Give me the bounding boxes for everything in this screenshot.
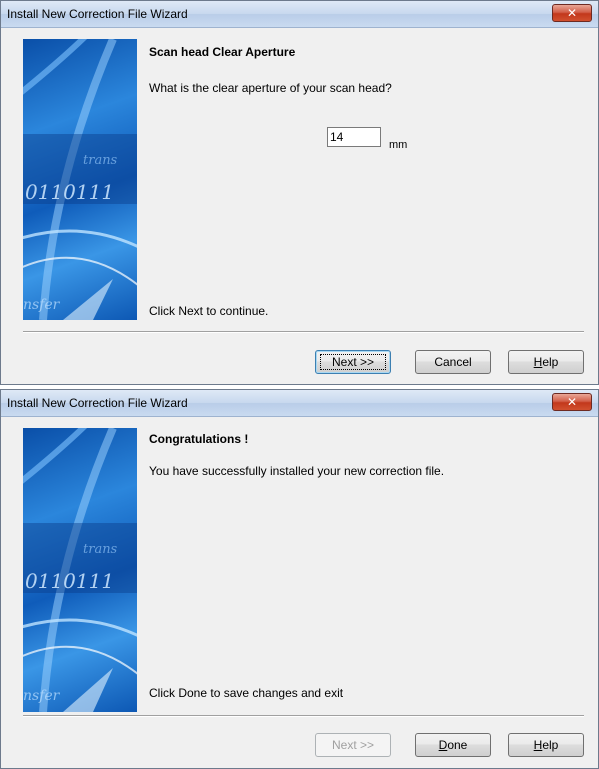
wizard-side-image: 0110111 trans nsfer	[23, 428, 137, 712]
separator	[23, 331, 584, 333]
close-icon: ✕	[566, 6, 578, 20]
success-message: You have successfully installed your new…	[149, 464, 445, 478]
wizard-dialog-congratulations: Install New Correction File Wizard ✕ 011…	[0, 389, 599, 769]
window-title: Install New Correction File Wizard	[7, 396, 188, 410]
title-bar[interactable]: Install New Correction File Wizard ✕	[1, 1, 598, 28]
done-mnemonic: D	[438, 738, 448, 752]
next-button-label: Next >>	[331, 738, 375, 752]
svg-text:nsfer: nsfer	[23, 688, 61, 704]
done-button-label: one	[447, 738, 468, 752]
focus-rectangle	[320, 354, 386, 370]
close-button[interactable]: ✕	[552, 393, 592, 411]
svg-text:0110111: 0110111	[25, 569, 114, 593]
done-button[interactable]: Done	[415, 733, 491, 757]
title-bar[interactable]: Install New Correction File Wizard ✕	[1, 390, 598, 417]
step-heading: Congratulations !	[149, 432, 249, 446]
aperture-input[interactable]	[327, 127, 381, 147]
cancel-button-label: Cancel	[434, 355, 472, 369]
aperture-unit-label: mm	[389, 139, 408, 151]
svg-text:0110111: 0110111	[25, 180, 114, 204]
svg-text:trans: trans	[83, 153, 118, 168]
separator	[23, 715, 584, 717]
window-title: Install New Correction File Wizard	[7, 7, 188, 21]
step-heading: Scan head Clear Aperture	[149, 45, 296, 59]
help-button-label: elp	[542, 738, 559, 752]
help-button[interactable]: Help	[508, 350, 584, 374]
wizard-dialog-aperture: Install New Correction File Wizard ✕ 011…	[0, 0, 599, 385]
next-button[interactable]: Next >>	[315, 733, 391, 757]
footer-instruction: Click Done to save changes and exit	[149, 686, 344, 700]
help-button-label: elp	[542, 355, 559, 369]
close-icon: ✕	[566, 395, 578, 409]
help-button[interactable]: Help	[508, 733, 584, 757]
next-button[interactable]: Next >>	[315, 350, 391, 374]
footer-instruction: Click Next to continue.	[149, 304, 269, 318]
cancel-button[interactable]: Cancel	[415, 350, 491, 374]
svg-text:nsfer: nsfer	[23, 297, 61, 313]
question-text: What is the clear aperture of your scan …	[149, 81, 392, 95]
wizard-side-image: 0110111 trans nsfer	[23, 39, 137, 320]
svg-text:trans: trans	[83, 542, 118, 557]
close-button[interactable]: ✕	[552, 4, 592, 22]
